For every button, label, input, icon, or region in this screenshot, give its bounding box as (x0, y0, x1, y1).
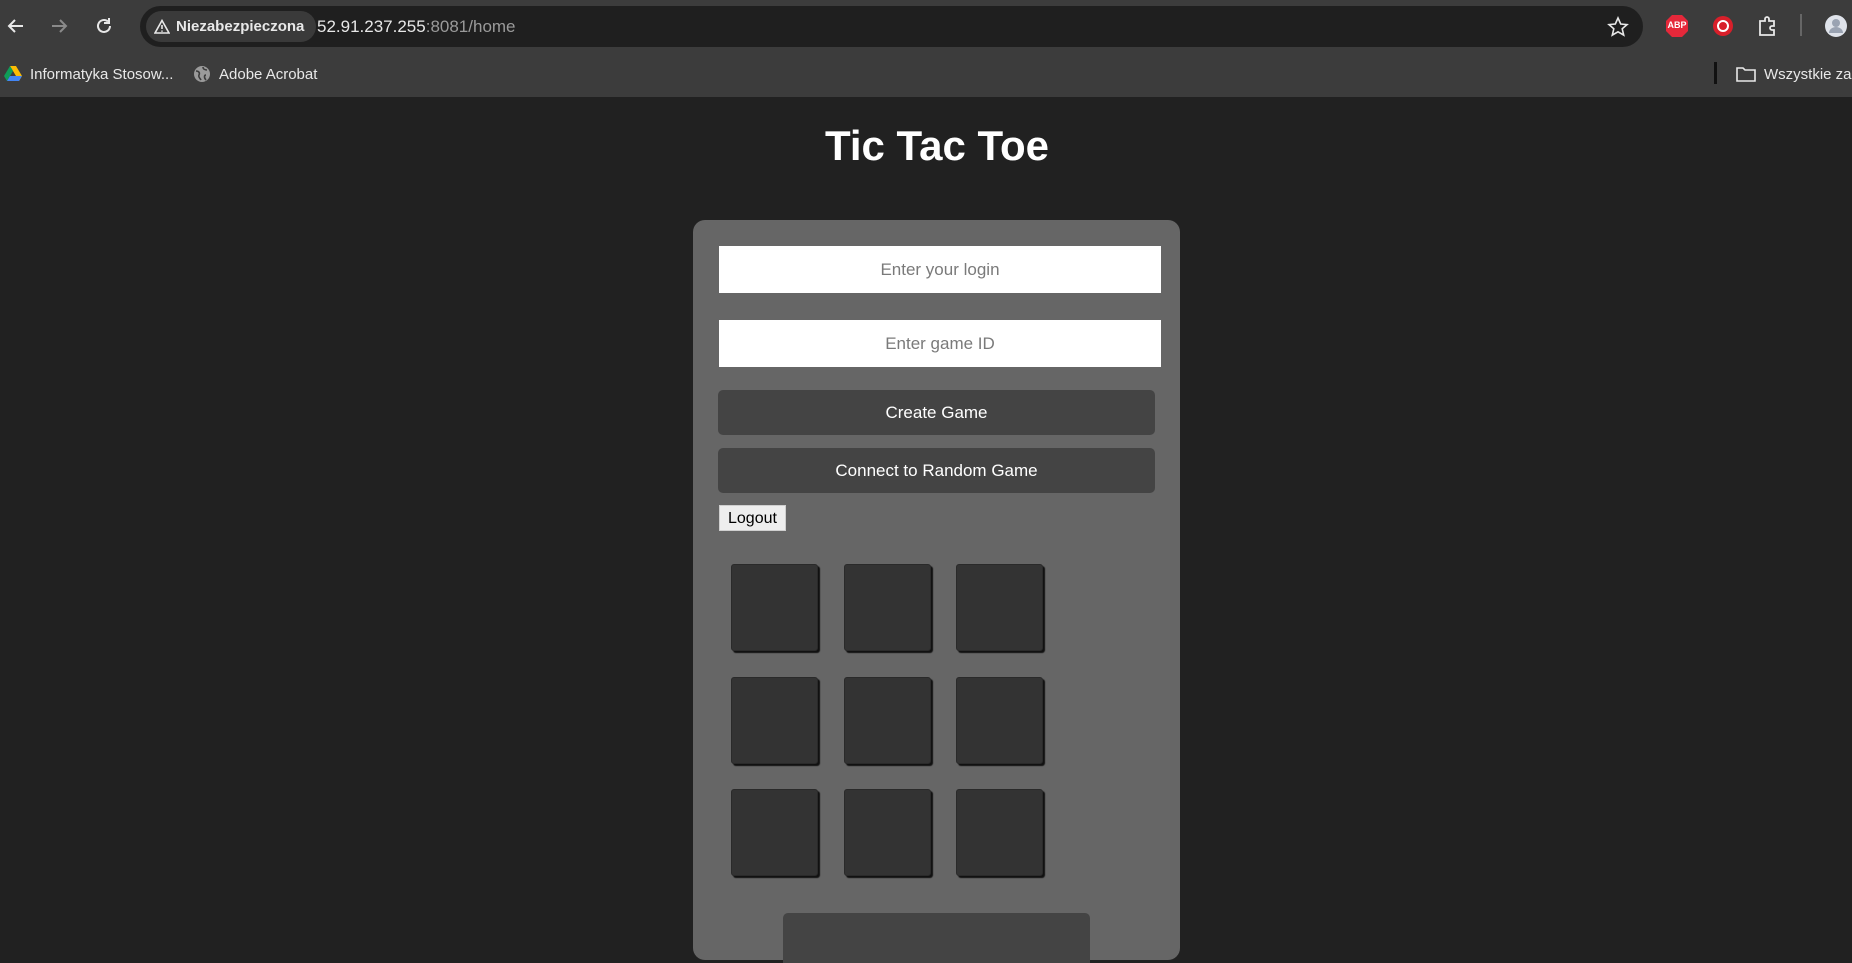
adblock-plus-icon[interactable]: ABP (1665, 14, 1689, 38)
login-input[interactable] (719, 246, 1161, 293)
bookmark-star-icon[interactable] (1607, 16, 1629, 38)
url-text[interactable]: 52.91.237.255:8081/home (317, 6, 516, 47)
board-cell[interactable] (731, 677, 818, 764)
puzzle-icon[interactable] (1756, 14, 1780, 38)
board-cell[interactable] (844, 677, 931, 764)
url-host: 52.91.237.255 (317, 17, 426, 36)
page-title: Tic Tac Toe (824, 122, 1050, 169)
all-bookmarks-button[interactable]: Wszystkie za (1736, 60, 1852, 88)
board-cell[interactable] (956, 564, 1043, 651)
bookmark-item[interactable]: Informatyka Stosow... (4, 60, 173, 88)
reload-button[interactable] (90, 12, 118, 40)
profile-avatar[interactable] (1824, 14, 1848, 38)
back-button[interactable] (2, 12, 30, 40)
page-content: Tic Tac Toe Create Game Connect to Rando… (0, 97, 1852, 963)
board-cell[interactable] (844, 789, 931, 876)
forward-button[interactable] (45, 12, 73, 40)
forward-arrow-icon (52, 19, 68, 33)
url-path: :8081/home (425, 17, 516, 36)
toolbar-divider (1800, 14, 1802, 36)
bottom-button[interactable] (783, 913, 1090, 963)
game-panel: Create Game Connect to Random Game Logou… (693, 220, 1180, 963)
board-cell[interactable] (956, 789, 1043, 876)
logout-button[interactable]: Logout (719, 505, 786, 531)
reload-icon (97, 18, 111, 33)
security-chip[interactable]: Niezabezpieczona (146, 11, 317, 42)
bookmarks-bar: Informatyka Stosow... Adobe Acrobat Wszy… (0, 52, 1852, 97)
browser-toolbar: Niezabezpieczona 52.91.237.255:8081/home… (0, 0, 1852, 52)
bookmark-item[interactable]: Adobe Acrobat (193, 60, 317, 88)
create-game-button[interactable]: Create Game (718, 390, 1155, 435)
game-id-input[interactable] (719, 320, 1161, 367)
board-cell[interactable] (731, 564, 818, 651)
security-label: Niezabezpieczona (176, 18, 305, 35)
back-arrow-icon (7, 19, 23, 33)
address-bar[interactable]: Niezabezpieczona 52.91.237.255:8081/home (140, 6, 1643, 47)
board-cell[interactable] (844, 564, 931, 651)
connect-random-game-button[interactable]: Connect to Random Game (718, 448, 1155, 493)
red-extension-icon[interactable] (1711, 14, 1735, 38)
google-drive-icon (4, 66, 22, 81)
warning-icon (154, 18, 170, 34)
folder-icon (1736, 67, 1756, 82)
board-cell[interactable] (731, 789, 818, 876)
globe-icon (194, 66, 210, 82)
bookmarks-divider (1714, 62, 1717, 84)
board-cell[interactable] (956, 677, 1043, 764)
